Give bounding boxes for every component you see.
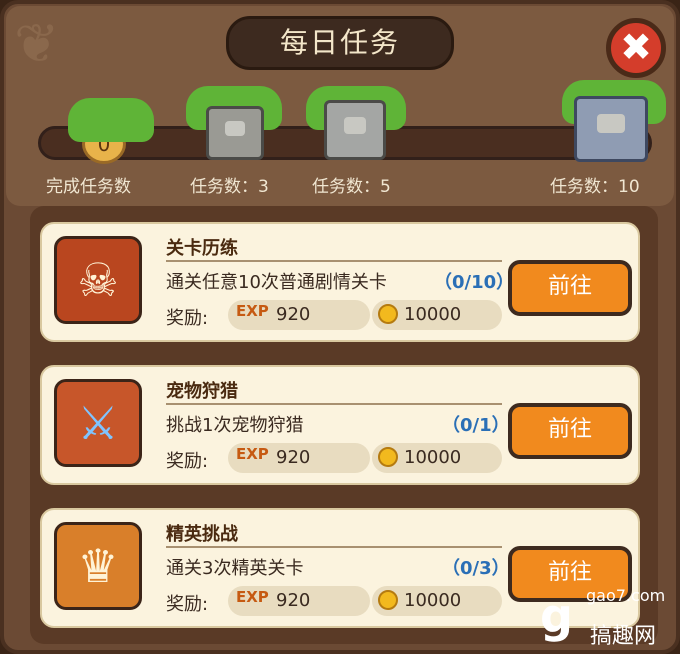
bush-decoration <box>68 98 154 142</box>
task-description: 挑战1次宠物狩猎 <box>166 415 304 436</box>
milestone-label-5: 任务数：5 <box>312 177 391 197</box>
divider <box>166 260 502 262</box>
close-button[interactable]: ✖ <box>606 18 666 78</box>
treasure-chest-icon[interactable] <box>574 96 648 162</box>
leaf-ornament-icon: ❦ <box>14 12 60 75</box>
watermark-url: gao7.com <box>586 586 666 605</box>
task-card: ☠ 关卡历练 通关任意10次普通剧情关卡 （0/10） 奖励: EXP 920 … <box>40 222 640 342</box>
exp-reward-value: 920 <box>276 304 311 325</box>
task-progress: （0/3） <box>442 558 510 579</box>
silver-chest-icon[interactable] <box>324 100 386 160</box>
task-title: 关卡历练 <box>166 238 238 259</box>
go-button[interactable]: 前往 <box>508 403 632 459</box>
task-progress: （0/1） <box>442 415 510 436</box>
exp-icon: EXP <box>236 302 269 320</box>
gold-reward-value: 10000 <box>404 590 462 611</box>
watermark-name: 搞趣网 <box>590 624 657 649</box>
exp-icon: EXP <box>236 445 269 463</box>
exp-reward-value: 920 <box>276 447 311 468</box>
milestone-label-3: 任务数：3 <box>190 177 269 197</box>
window-title: 每日任务 <box>226 16 454 70</box>
close-icon: ✖ <box>620 25 652 69</box>
divider <box>166 546 502 548</box>
skull-crossed-swords-icon: ☠ <box>54 236 142 324</box>
gold-coin-icon <box>378 590 398 610</box>
reward-label: 奖励: <box>166 308 209 329</box>
pet-spear-icon: ⚔ <box>54 379 142 467</box>
completed-tasks-label: 完成任务数 <box>46 177 131 197</box>
stone-chest-icon[interactable] <box>206 106 264 160</box>
exp-icon: EXP <box>236 588 269 606</box>
task-title: 宠物狩猎 <box>166 381 238 402</box>
gold-coin-icon <box>378 447 398 467</box>
task-description: 通关3次精英关卡 <box>166 558 304 579</box>
go-button[interactable]: 前往 <box>508 260 632 316</box>
milestone-label-10: 任务数：10 <box>550 177 640 197</box>
task-progress: （0/10） <box>434 272 515 293</box>
gold-reward-value: 10000 <box>404 447 462 468</box>
gold-coin-icon <box>378 304 398 324</box>
divider <box>166 403 502 405</box>
watermark-logo-icon: g <box>540 589 573 643</box>
reward-label: 奖励: <box>166 451 209 472</box>
exp-reward-value: 920 <box>276 590 311 611</box>
task-title: 精英挑战 <box>166 524 238 545</box>
crowned-skull-icon: ♛ <box>54 522 142 610</box>
reward-label: 奖励: <box>166 594 209 615</box>
task-card: ⚔ 宠物狩猎 挑战1次宠物狩猎 （0/1） 奖励: EXP 920 10000 … <box>40 365 640 485</box>
task-description: 通关任意10次普通剧情关卡 <box>166 272 387 293</box>
gold-reward-value: 10000 <box>404 304 462 325</box>
